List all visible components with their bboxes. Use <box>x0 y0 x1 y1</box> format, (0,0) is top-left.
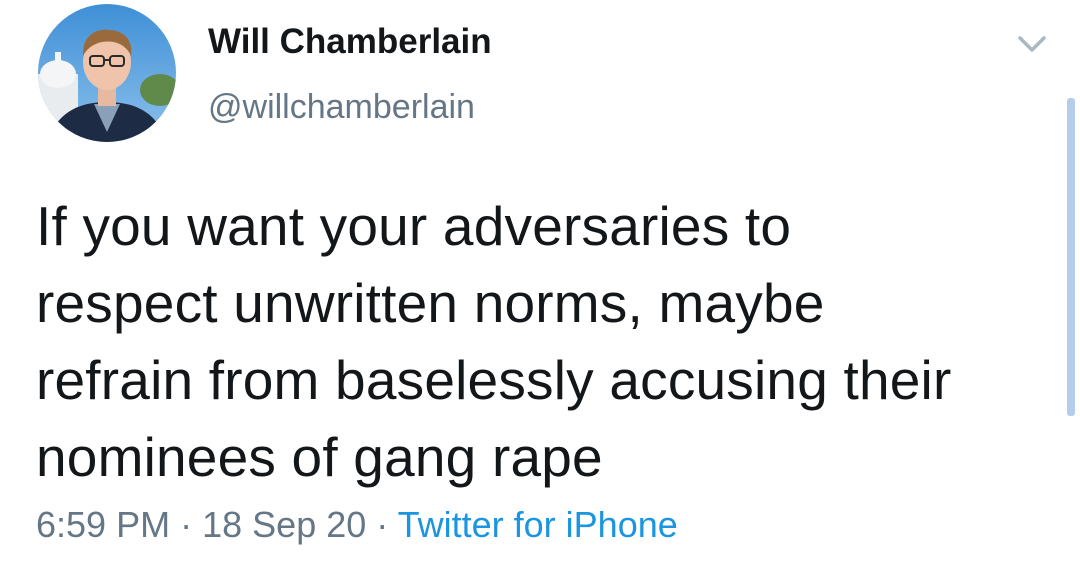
meta-separator: · <box>180 504 193 545</box>
author-handle[interactable]: @willchamberlain <box>208 88 475 127</box>
tweet-text: If you want your adversaries to respect … <box>36 188 1046 496</box>
tweet-source-link[interactable]: Twitter for iPhone <box>398 504 678 545</box>
chevron-down-icon[interactable] <box>1014 30 1050 58</box>
tweet: Will Chamberlain @willchamberlain If you… <box>0 0 1080 581</box>
tweet-text-line: respect unwritten norms, maybe <box>36 272 825 334</box>
tweet-text-line: nominees of gang rape <box>36 426 603 488</box>
scrollbar[interactable] <box>1067 98 1075 416</box>
meta-separator: · <box>376 504 389 545</box>
tweet-text-line: If you want your adversaries to <box>36 195 792 257</box>
tweet-time[interactable]: 6:59 PM <box>36 504 170 545</box>
tweet-meta: 6:59 PM · 18 Sep 20 · Twitter for iPhone <box>36 504 678 546</box>
tweet-date[interactable]: 18 Sep 20 <box>202 504 366 545</box>
avatar-image <box>38 4 176 142</box>
avatar[interactable] <box>38 4 176 142</box>
tweet-text-line: refrain from baselessly accusing their <box>36 349 952 411</box>
author-display-name[interactable]: Will Chamberlain <box>208 22 492 62</box>
